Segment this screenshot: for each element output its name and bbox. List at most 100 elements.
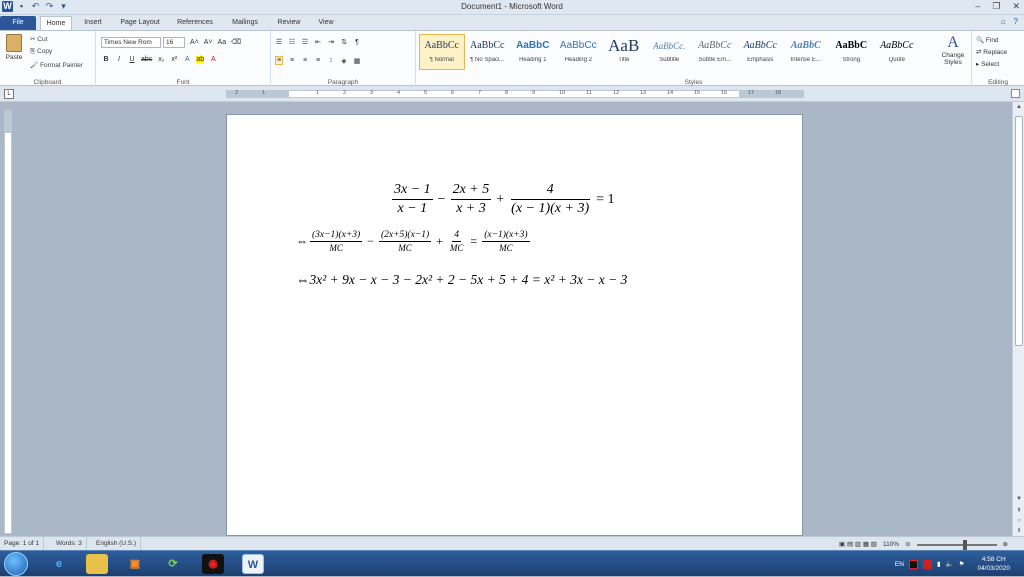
shading-icon[interactable]: ◈ — [340, 57, 348, 65]
word-taskbar-icon[interactable]: W — [242, 554, 264, 574]
shrink-font-icon[interactable]: A˅ — [204, 39, 213, 46]
browse-object-icon[interactable]: ○ — [1013, 518, 1024, 524]
scrollbar-thumb[interactable] — [1015, 116, 1023, 346]
restore-icon[interactable]: ❐ — [992, 1, 1000, 12]
horizontal-ruler[interactable]: 2 1 1 2 3 4 5 6 7 8 9 10 11 12 13 14 15 16 17 18 — [226, 90, 804, 98]
zoom-slider[interactable] — [916, 539, 997, 550]
word-count[interactable]: Words: 3 — [52, 537, 87, 550]
minimize-icon[interactable]: – — [975, 1, 980, 12]
tab-mailings[interactable]: Mailings — [226, 16, 264, 30]
sort-icon[interactable]: ⇅ — [340, 38, 348, 46]
justify-icon[interactable]: ≡ — [314, 57, 322, 64]
bullets-icon[interactable]: ☰ — [275, 38, 283, 46]
tab-file[interactable]: File — [0, 16, 36, 30]
paste-button[interactable]: Paste — [4, 34, 24, 70]
font-size-select[interactable]: 16 — [163, 37, 185, 48]
equation-line-2[interactable]: ⇔ (3x−1)(x+3) MC − (2x+5)(x−1) MC + 4 MC = … — [296, 230, 532, 253]
equation-line-3[interactable]: ⇔3x² + 9x − x − 3 − 2x² + 2 − 5x + 5 + 4… — [296, 272, 627, 288]
underline-icon[interactable]: U — [128, 56, 136, 63]
style-strong[interactable]: AaBbC Strong — [829, 34, 875, 70]
style-normal[interactable]: AaBbCc ¶ Normal — [419, 34, 465, 70]
superscript-icon[interactable]: x² — [170, 56, 178, 63]
file-explorer-icon[interactable] — [86, 554, 108, 574]
tab-view[interactable]: View — [312, 16, 340, 30]
next-page-icon[interactable]: ⇟ — [1013, 527, 1024, 534]
font-color-icon[interactable]: A — [209, 56, 217, 63]
ruler-tick-label: 5 — [424, 90, 428, 96]
align-right-icon[interactable]: ≡ — [301, 57, 309, 64]
replace-button[interactable]: ⇄ Replace — [976, 47, 1007, 59]
minimize-ribbon-icon[interactable]: ⌂ — [1001, 17, 1006, 26]
page-count[interactable]: Page: 1 of 1 — [0, 537, 45, 550]
grow-font-icon[interactable]: A˄ — [190, 39, 199, 46]
tab-home[interactable]: Home — [40, 16, 72, 30]
antivirus-icon[interactable] — [922, 559, 932, 569]
input-language[interactable]: EN — [895, 561, 904, 568]
select-button[interactable]: ▸ Select — [976, 59, 1007, 71]
close-icon[interactable]: ✕ — [1012, 1, 1020, 12]
internet-explorer-icon[interactable]: e — [48, 554, 70, 574]
tab-review[interactable]: Review — [272, 16, 306, 30]
tab-page-layout[interactable]: Page Layout — [116, 16, 164, 30]
style-title[interactable]: AaB Title — [601, 34, 647, 70]
volume-icon[interactable]: 🔈 — [946, 560, 954, 568]
vertical-scrollbar[interactable]: ▲ ▼ ⇞ ○ ⇟ — [1012, 102, 1024, 536]
fraction: (x−1)(x+3) MC — [482, 230, 530, 253]
numbering-icon[interactable]: ☷ — [288, 38, 296, 46]
style-subtle-emphasis[interactable]: AaBbCc Subtle Em... — [692, 34, 738, 70]
style-emphasis[interactable]: AaBbCc Emphasis — [738, 34, 784, 70]
bold-icon[interactable]: B — [102, 56, 110, 63]
start-button-icon[interactable] — [4, 552, 28, 576]
style-intense-emphasis[interactable]: AaBbC Intense E... — [783, 34, 829, 70]
text-effects-icon[interactable]: A — [183, 56, 191, 63]
document-page[interactable] — [226, 114, 803, 536]
scroll-down-icon[interactable]: ▼ — [1013, 496, 1024, 502]
tab-references[interactable]: References — [172, 16, 218, 30]
tab-selector[interactable]: L — [4, 89, 14, 99]
cut-button[interactable]: ✂ Cut — [30, 35, 47, 43]
highlight-icon[interactable]: ab — [196, 56, 205, 63]
font-group-label: Font — [176, 79, 190, 86]
zoom-slider-knob[interactable] — [962, 539, 967, 550]
strikethrough-icon[interactable]: abc — [141, 56, 152, 63]
coccoc-browser-icon[interactable]: ⟳ — [162, 554, 184, 574]
game-app-icon[interactable]: ◉ — [202, 554, 224, 574]
media-player-icon[interactable]: ▣ — [124, 554, 146, 574]
copy-button[interactable]: ⎘ Copy — [30, 48, 52, 56]
line-spacing-icon[interactable]: ↕ — [327, 57, 335, 64]
style-heading-1[interactable]: AaBbC Heading 1 — [510, 34, 556, 70]
view-ruler-icon[interactable] — [1011, 89, 1020, 98]
subscript-icon[interactable]: x₂ — [157, 56, 165, 63]
style-subtitle[interactable]: AaBbCc. Subtitle — [647, 34, 693, 70]
align-center-icon[interactable]: ≡ — [288, 57, 296, 64]
style-quote[interactable]: AaBbCc Quote — [874, 34, 920, 70]
change-styles-button[interactable]: A Change Styles — [936, 34, 970, 66]
ribbon: Paste ✂ Cut ⎘ Copy 🖌 Format Painter Clip… — [0, 30, 1024, 87]
increase-indent-icon[interactable]: ⇥ — [327, 38, 335, 46]
network-icon[interactable]: ▮ — [937, 560, 941, 568]
scroll-up-icon[interactable]: ▲ — [1013, 104, 1024, 110]
style-no-spacing[interactable]: AaBbCc ¶ No Spaci... — [465, 34, 511, 70]
previous-page-icon[interactable]: ⇞ — [1013, 507, 1024, 514]
font-name-select[interactable]: Times New Rom — [101, 37, 161, 48]
equation-line-1[interactable]: 3x − 1x − 1 − 2x + 5x + 3 + 4 (x − 1)(x +… — [390, 182, 618, 217]
clear-formatting-icon[interactable]: ⌫ — [231, 38, 241, 46]
clock[interactable]: 4:58 CH 04/03/2020 — [977, 555, 1010, 573]
format-painter-button[interactable]: 🖌 Format Painter — [30, 61, 83, 69]
help-icon[interactable]: ? — [1014, 17, 1018, 26]
align-left-icon[interactable]: ≡ — [275, 56, 283, 65]
vertical-ruler[interactable] — [4, 110, 12, 534]
italic-icon[interactable]: I — [115, 56, 123, 63]
tab-insert[interactable]: Insert — [78, 16, 108, 30]
clipboard-group: Paste ✂ Cut ⎘ Copy 🖌 Format Painter Clip… — [0, 31, 96, 87]
find-button[interactable]: 🔍 Find — [976, 35, 1007, 47]
action-center-icon[interactable]: ⚑ — [959, 560, 965, 568]
decrease-indent-icon[interactable]: ⇤ — [314, 38, 322, 46]
multilevel-list-icon[interactable]: ☲ — [301, 38, 309, 46]
language-indicator[interactable]: English (U.S.) — [92, 537, 142, 550]
change-case-icon[interactable]: Aa — [218, 39, 227, 46]
tray-app-icon[interactable] — [908, 559, 918, 569]
style-heading-2[interactable]: AaBbCc Heading 2 — [556, 34, 602, 70]
borders-icon[interactable]: ▦ — [353, 57, 361, 65]
show-paragraph-marks-icon[interactable]: ¶ — [353, 39, 361, 46]
